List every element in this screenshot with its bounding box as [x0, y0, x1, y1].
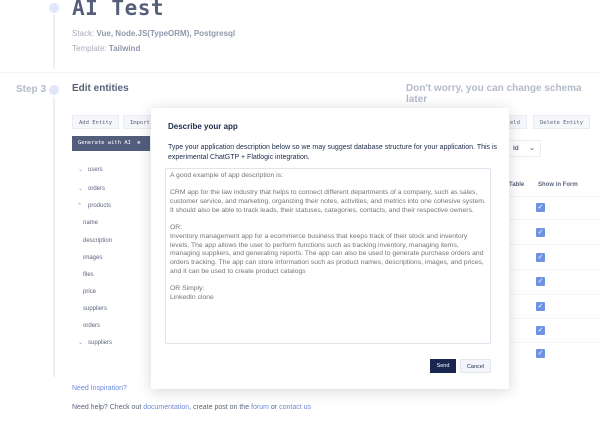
- cancel-button[interactable]: Cancel: [460, 359, 491, 373]
- app-description-textarea[interactable]: [165, 168, 491, 344]
- describe-app-modal: Describe your app Type your application …: [151, 108, 509, 389]
- modal-description: Type your application description below …: [168, 144, 498, 161]
- modal-title: Describe your app: [168, 122, 238, 131]
- send-button[interactable]: Send: [430, 359, 456, 373]
